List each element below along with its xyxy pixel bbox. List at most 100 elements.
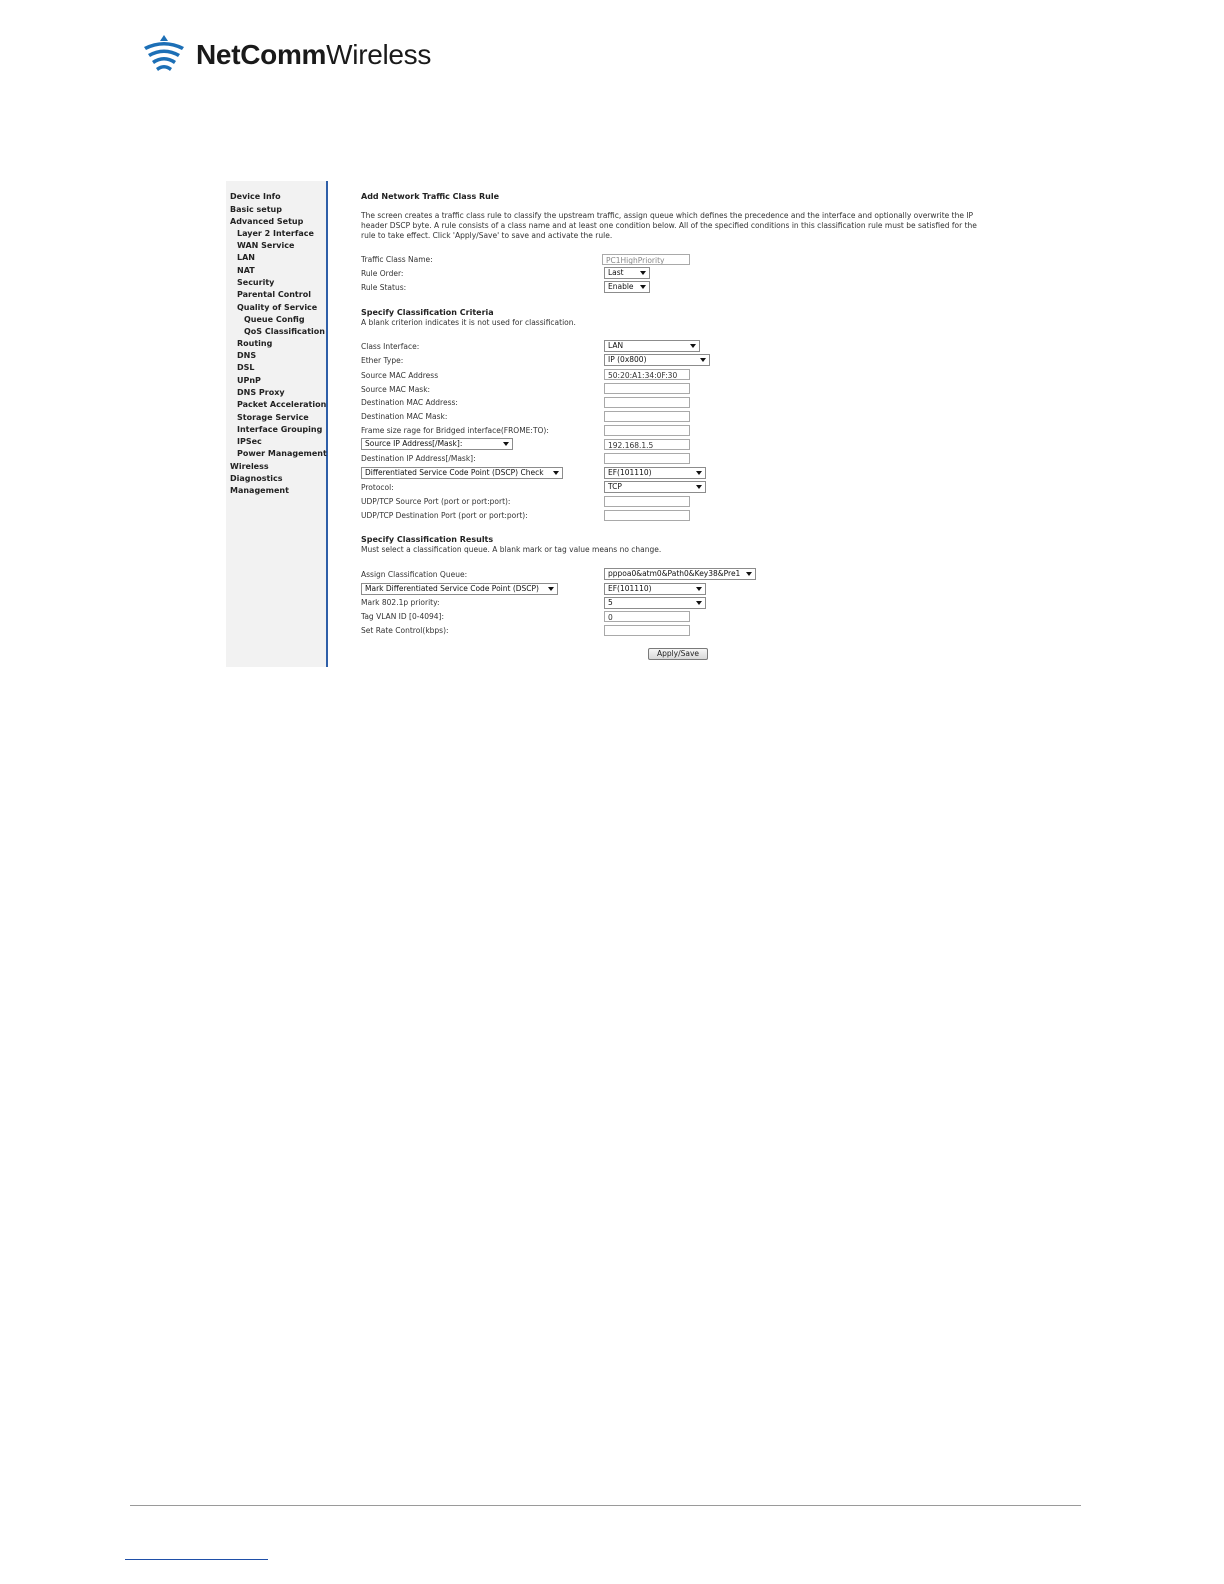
sidebar-item-quality-of-service[interactable]: Quality of Service [237,303,317,313]
footer-link[interactable] [125,1549,268,1560]
sidebar-item-dns-proxy[interactable]: DNS Proxy [237,388,285,398]
chevron-down-icon [696,485,702,489]
dest-mac-mask-label: Destination MAC Mask: [361,412,448,421]
source-mac-mask-label: Source MAC Mask: [361,385,431,394]
dscp-check-value: EF(101110) [608,468,652,477]
chevron-down-icon [690,344,696,348]
criteria-title: Specify Classification Criteria [361,308,494,317]
sidebar-item-power-management[interactable]: Power Management [237,449,327,459]
chevron-down-icon [553,471,559,475]
sidebar-item-parental-control[interactable]: Parental Control [237,290,311,300]
source-mac-label: Source MAC Address [361,371,439,380]
sidebar-item-security[interactable]: Security [237,278,274,288]
results-title: Specify Classification Results [361,535,494,544]
chevron-down-icon [696,587,702,591]
chevron-down-icon [700,358,706,362]
dscp-check-select[interactable]: EF(101110) [604,467,706,479]
sidebar-item-management[interactable]: Management [230,486,289,496]
source-ip-type-select[interactable]: Source IP Address[/Mask]: [361,438,513,450]
rule-order-select[interactable]: Last [604,267,650,279]
udp-tcp-src-port-label: UDP/TCP Source Port (port or port:port): [361,497,511,506]
dscp-check-type-select[interactable]: Differentiated Service Code Point (DSCP)… [361,467,563,479]
protocol-select[interactable]: TCP [604,481,706,493]
sidebar-item-packet-acceleration[interactable]: Packet Acceleration [237,400,326,410]
priority-label: Mark 802.1p priority: [361,598,440,607]
sidebar-item-qos-classification[interactable]: QoS Classification [244,327,325,337]
sidebar-item-lan[interactable]: LAN [237,253,255,263]
source-ip-input[interactable]: 192.168.1.5 [604,439,690,450]
protocol-label: Protocol: [361,483,394,492]
queue-label: Assign Classification Queue: [361,570,468,579]
sidebar-item-nat[interactable]: NAT [237,266,255,276]
dest-ip-input[interactable] [604,453,690,464]
rule-order-value: Last [608,268,624,277]
class-interface-label: Class Interface: [361,342,420,351]
source-mac-input[interactable]: 50:20:A1:34:0F:30 [604,369,690,380]
sidebar-item-device-info[interactable]: Device Info [230,192,281,202]
main-content: Add Network Traffic Class Rule The scree… [328,181,991,667]
chevron-down-icon [696,471,702,475]
sidebar-item-layer2-interface[interactable]: Layer 2 Interface [237,229,314,239]
chevron-down-icon [640,271,646,275]
chevron-down-icon [640,285,646,289]
sidebar-item-upnp[interactable]: UPnP [237,376,261,386]
sidebar-item-wireless[interactable]: Wireless [230,462,269,472]
sidebar-item-diagnostics[interactable]: Diagnostics [230,474,283,484]
udp-tcp-src-port-input[interactable] [604,496,690,507]
sidebar-item-interface-grouping[interactable]: Interface Grouping [237,425,322,435]
router-ui-screenshot: Device Info Basic setup Advanced Setup L… [226,181,991,667]
mark-dscp-select[interactable]: EF(101110) [604,583,706,595]
sidebar-item-routing[interactable]: Routing [237,339,272,349]
sidebar-item-queue-config[interactable]: Queue Config [244,315,305,325]
class-interface-select[interactable]: LAN [604,340,700,352]
sidebar-item-dns[interactable]: DNS [237,351,256,361]
chevron-down-icon [503,442,509,446]
rule-order-label: Rule Order: [361,269,404,278]
apply-save-button[interactable]: Apply/Save [648,648,708,660]
dest-mac-label: Destination MAC Address: [361,398,458,407]
criteria-note: A blank criterion indicates it is not us… [361,318,576,327]
udp-tcp-dst-port-input[interactable] [604,510,690,521]
page-title: Add Network Traffic Class Rule [361,192,500,201]
rule-status-label: Rule Status: [361,283,407,292]
queue-value: pppoa0&atm0&Path0&Key38&Pre1 [608,569,741,578]
udp-tcp-dst-port-label: UDP/TCP Destination Port (port or port:p… [361,511,528,520]
source-ip-type-value: Source IP Address[/Mask]: [365,439,463,448]
frame-size-input[interactable] [604,425,690,436]
source-mac-mask-input[interactable] [604,383,690,394]
ether-type-label: Ether Type: [361,356,404,365]
priority-value: 5 [608,598,613,607]
class-interface-value: LAN [608,341,624,350]
page-description: The screen creates a traffic class rule … [361,211,977,240]
traffic-class-name-label: Traffic Class Name: [361,255,433,264]
dest-mac-input[interactable] [604,397,690,408]
dscp-check-type-value: Differentiated Service Code Point (DSCP)… [365,468,544,477]
vlan-input[interactable]: 0 [604,611,690,622]
mark-dscp-type-value: Mark Differentiated Service Code Point (… [365,584,539,593]
rule-status-select[interactable]: Enable [604,281,650,293]
sidebar-item-wan-service[interactable]: WAN Service [237,241,294,251]
chevron-down-icon [548,587,554,591]
priority-select[interactable]: 5 [604,597,706,609]
dest-mac-mask-input[interactable] [604,411,690,422]
dest-ip-label: Destination IP Address[/Mask]: [361,454,476,463]
sidebar-item-basic-setup[interactable]: Basic setup [230,205,282,215]
brand-light-text: Wireless [326,39,432,70]
frame-size-label: Frame size rage for Bridged interface(FR… [361,426,549,435]
rate-control-label: Set Rate Control(kbps): [361,626,449,635]
protocol-value: TCP [608,482,622,491]
results-note: Must select a classification queue. A bl… [361,545,662,554]
sidebar-item-advanced-setup[interactable]: Advanced Setup [230,217,303,227]
sidebar-item-dsl[interactable]: DSL [237,363,255,373]
brand-logo: NetCommWireless [140,33,431,77]
wifi-logo-icon [144,35,184,71]
traffic-class-name-input[interactable]: PC1HighPriority [602,254,690,265]
rate-control-input[interactable] [604,625,690,636]
mark-dscp-type-select[interactable]: Mark Differentiated Service Code Point (… [361,583,558,595]
vlan-label: Tag VLAN ID [0-4094]: [361,612,445,621]
sidebar-nav: Device Info Basic setup Advanced Setup L… [226,181,328,667]
queue-select[interactable]: pppoa0&atm0&Path0&Key38&Pre1 [604,568,756,580]
ether-type-select[interactable]: IP (0x800) [604,354,710,366]
sidebar-item-storage-service[interactable]: Storage Service [237,413,309,423]
sidebar-item-ipsec[interactable]: IPSec [237,437,262,447]
